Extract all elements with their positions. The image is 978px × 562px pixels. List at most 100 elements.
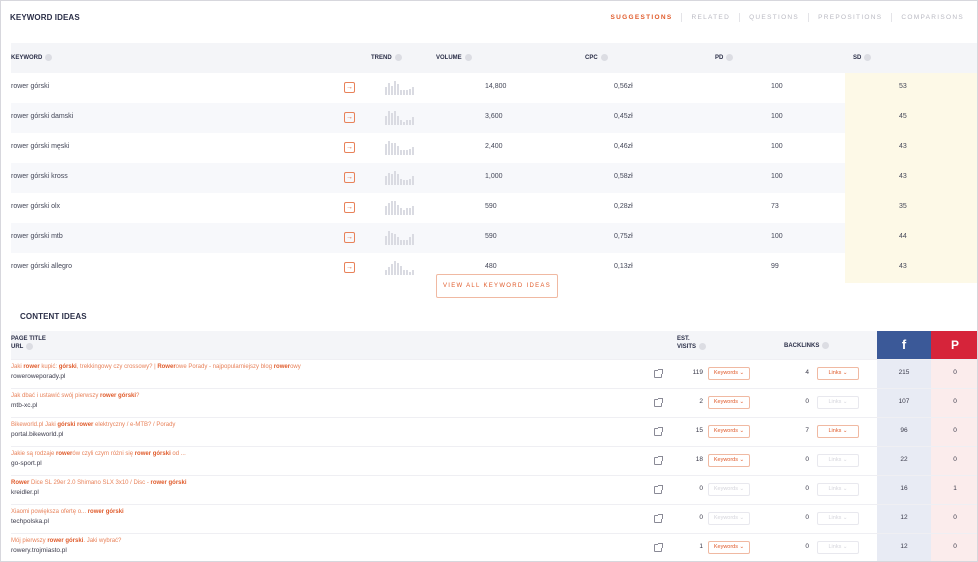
keyword-highlight: Rower [11,480,30,486]
tab-questions[interactable]: QUESTIONS [739,13,808,22]
page-url[interactable]: roweroweporady.pl [11,373,65,380]
keyword-cell[interactable]: rower górski damski [11,113,73,120]
links-dropdown[interactable]: Links ⌄ [817,367,859,380]
page-title-link[interactable]: Rower Dice SL 29er 2.0 Shimano SLX 3x10 … [11,480,187,486]
keywords-dropdown[interactable]: Keywords ⌄ [708,454,750,467]
col-cpc[interactable]: CPC [585,54,608,61]
keywords-dropdown[interactable]: Keywords ⌄ [708,541,750,554]
keywords-dropdown: Keywords ⌄ [708,512,750,525]
page-url[interactable]: kreidler.pl [11,489,39,496]
external-link-icon[interactable] [654,543,663,552]
add-to-list-icon[interactable]: → [344,82,355,93]
page-title-link[interactable]: Mój pierwszy rower górski. Jaki wybrać? [11,538,121,544]
add-to-list-icon[interactable]: → [344,142,355,153]
info-icon[interactable] [699,343,707,350]
info-icon[interactable] [600,54,608,61]
external-link-icon[interactable] [654,514,663,523]
content-ideas-table: PAGE TITLE URL EST. VISITS BACKLINKS f P… [11,331,977,561]
col-volume[interactable]: VOLUME [436,54,472,61]
volume-cell: 590 [485,203,497,210]
trend-bar [412,87,414,95]
keywords-dropdown[interactable]: Keywords ⌄ [708,425,750,438]
view-all-keyword-ideas-button[interactable]: VIEW ALL KEYWORD IDEAS [436,274,558,298]
trend-sparkline [385,261,427,275]
page-url[interactable]: rowery.trojmiasto.pl [11,547,67,554]
trend-bar [409,120,411,125]
info-icon[interactable] [26,343,34,350]
external-link-icon[interactable] [654,485,663,494]
col-est-visits[interactable]: EST. VISITS [677,336,707,351]
tab-prepositions[interactable]: PREPOSITIONS [808,13,891,22]
external-link-icon[interactable] [654,369,663,378]
pd-cell: 73 [771,203,779,210]
facebook-shares: 215 [898,369,910,376]
keyword-cell[interactable]: rower górski allegro [11,263,72,270]
col-backlinks-label: BACKLINKS [784,343,820,350]
info-icon[interactable] [864,54,872,61]
page-title-link[interactable]: Bikeworld.pl Jaki górski rower elektrycz… [11,422,175,428]
title-text: owy [290,364,301,370]
pd-cell: 100 [771,143,783,150]
add-to-list-icon[interactable]: → [344,232,355,243]
sd-column-bg [845,103,977,133]
content-ideas-title: CONTENT IDEAS [20,312,87,321]
tab-comparisons[interactable]: COMPARISONS [891,13,973,22]
keyword-table: KEYWORD TREND VOLUME CPC PD SD rower gór… [11,43,977,283]
col-pd[interactable]: PD [715,54,734,61]
links-dropdown[interactable]: Links ⌄ [817,425,859,438]
title-text: elektryczny / e-MTB? / Porady [93,422,176,428]
col-backlinks[interactable]: BACKLINKS [784,342,830,350]
trend-bar [391,112,393,125]
tab-suggestions[interactable]: SUGGESTIONS [601,13,681,22]
facebook-shares: 12 [900,543,908,550]
add-to-list-icon[interactable]: → [344,262,355,273]
add-to-list-icon[interactable]: → [344,202,355,213]
col-keyword[interactable]: KEYWORD [11,54,53,61]
table-row: Jakie są rodzaje rowerów czyli czym różn… [11,446,977,475]
external-link-icon[interactable] [654,398,663,407]
page-url[interactable]: mtb-xc.pl [11,402,37,409]
keyword-cell[interactable]: rower górski męski [11,143,69,150]
add-to-list-icon[interactable]: → [344,172,355,183]
info-icon[interactable] [822,342,830,349]
tab-related[interactable]: RELATED [681,13,739,22]
backlinks-value: 0 [805,514,809,521]
col-page-title[interactable]: PAGE TITLE URL [11,336,46,351]
keyword-tabs: SUGGESTIONS RELATED QUESTIONS PREPOSITIO… [601,13,973,22]
links-dropdown: Links ⌄ [817,454,859,467]
keyword-cell[interactable]: rower górski [11,83,49,90]
page-title-link[interactable]: Jaki rower kupić: górski, trekkingowy cz… [11,364,301,370]
table-row: rower górski męski → 2,400 0,46zł 100 43 [11,133,977,163]
page-title-link[interactable]: Jak dbać i ustawić swój pierwszy rower g… [11,393,139,399]
keyword-cell[interactable]: rower górski kross [11,173,68,180]
page-url[interactable]: go-sport.pl [11,460,42,467]
external-link-icon[interactable] [654,456,663,465]
info-icon[interactable] [464,54,472,61]
trend-bar [391,201,393,215]
trend-bar [403,270,405,275]
trend-bar [406,180,408,185]
col-sd[interactable]: SD [853,54,872,61]
col-trend[interactable]: TREND [371,54,402,61]
info-icon[interactable] [45,54,53,61]
info-icon[interactable] [394,54,402,61]
trend-bar [388,172,390,185]
sd-cell: 43 [899,173,907,180]
trend-bar [385,115,387,125]
keywords-dropdown[interactable]: Keywords ⌄ [708,396,750,409]
keywords-dropdown[interactable]: Keywords ⌄ [708,367,750,380]
page-title-link[interactable]: Xiaomi powiększa ofertę o... rower górsk… [11,509,124,515]
keyword-cell[interactable]: rower górski mtb [11,233,63,240]
page-url[interactable]: portal.bikeworld.pl [11,431,63,438]
info-icon[interactable] [726,54,734,61]
keyword-cell[interactable]: rower górski olx [11,203,60,210]
trend-bar [394,261,396,275]
external-link-icon[interactable] [654,427,663,436]
page-title-link[interactable]: Jakie są rodzaje rowerów czyli czym różn… [11,451,186,457]
table-row: Rower Dice SL 29er 2.0 Shimano SLX 3x10 … [11,475,977,504]
trend-bar [394,201,396,215]
add-to-list-icon[interactable]: → [344,112,355,123]
page-url[interactable]: techpolska.pl [11,518,49,525]
trend-bar [394,171,396,185]
trend-bar [391,174,393,185]
